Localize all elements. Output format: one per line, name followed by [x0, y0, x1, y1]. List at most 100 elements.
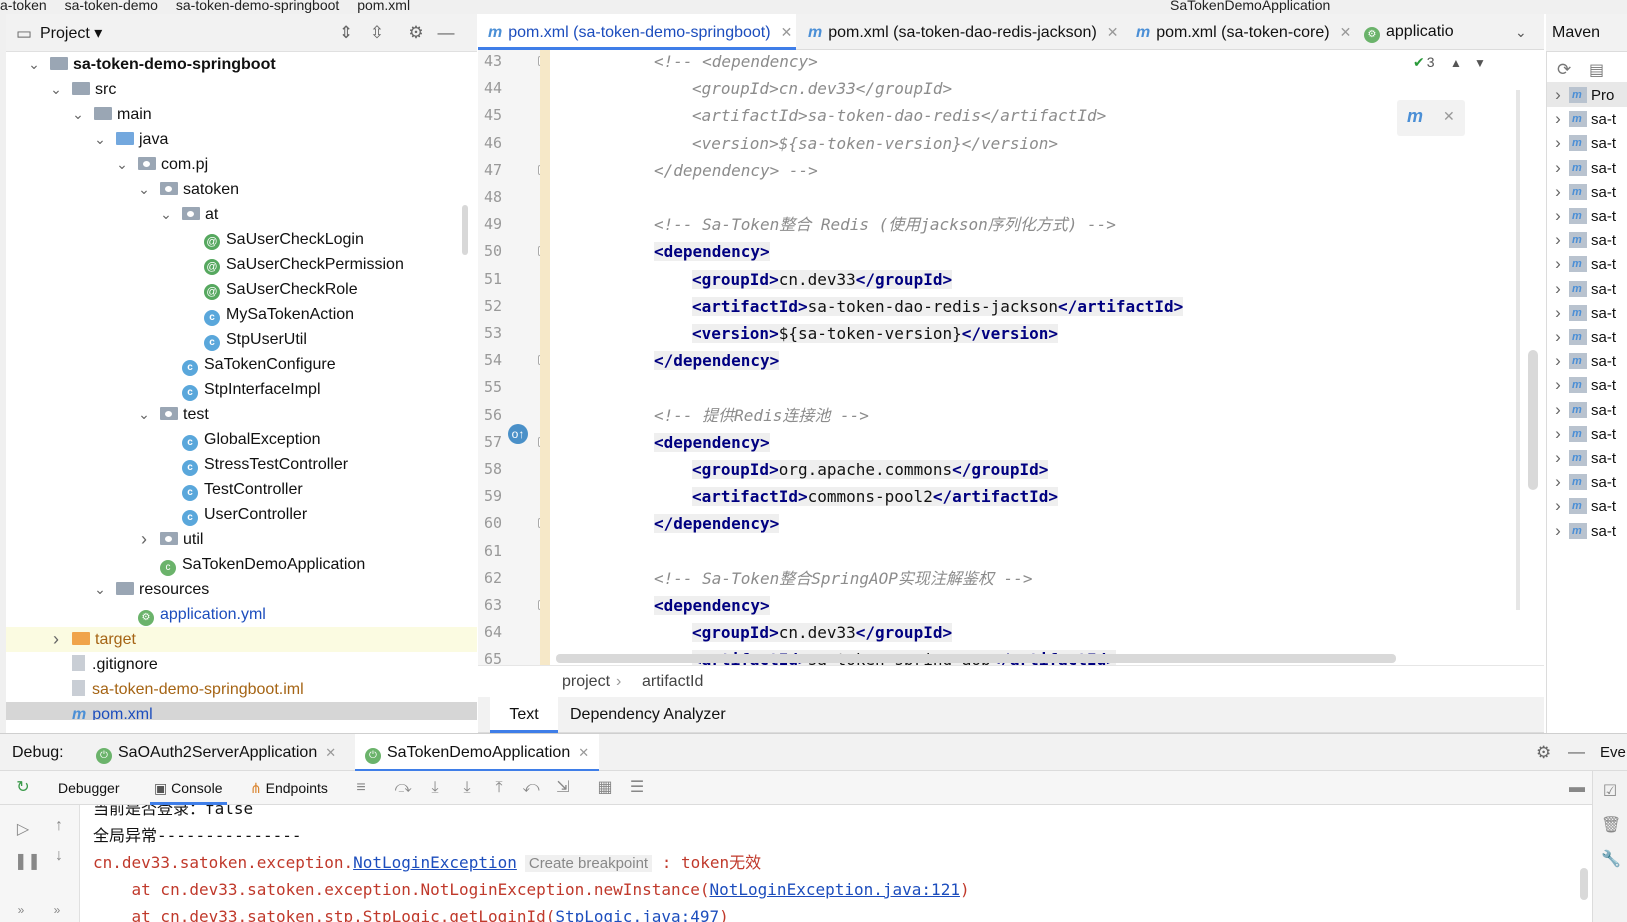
maven-project-item[interactable]: › sa-t — [1547, 106, 1627, 131]
tree-item[interactable]: c StressTestController — [6, 452, 477, 477]
chevron-right-icon[interactable]: › — [1547, 130, 1569, 155]
gear-icon[interactable]: ⚙ — [406, 23, 426, 43]
chevron-right-icon[interactable]: › — [1547, 445, 1569, 470]
tree-item[interactable]: c StpInterfaceImpl — [6, 377, 477, 402]
tree-item[interactable]: ⌄ test — [6, 402, 477, 427]
soft-wrap-icon[interactable]: ☑ — [1601, 783, 1619, 801]
wrench-icon[interactable]: 🔧 — [1601, 851, 1621, 869]
editor-tab[interactable]: m pom.xml (sa-token-demo-springboot) ✕ — [478, 14, 796, 50]
tab-text[interactable]: Text — [490, 697, 558, 733]
breadcrumb-artifactid[interactable]: artifactId — [642, 666, 703, 698]
gear-icon[interactable]: ⚙ — [1536, 743, 1551, 763]
subtab-console[interactable]: ▣ Console — [150, 771, 227, 805]
tree-item[interactable]: c StpUserUtil — [6, 327, 477, 352]
chevron-right-icon[interactable]: › — [1547, 179, 1569, 204]
debug-tab-satoken[interactable]: ⏻ SaTokenDemoApplication ✕ — [355, 734, 600, 772]
horizontal-scrollbar[interactable] — [556, 654, 1396, 663]
tree-item[interactable]: c TestController — [6, 477, 477, 502]
up-arrow-icon[interactable]: ↑ — [50, 817, 68, 835]
chevron-right-icon[interactable]: › — [1547, 203, 1569, 228]
chevron-down-icon[interactable]: ⌄ — [72, 102, 84, 127]
layout-icon[interactable]: ▬ — [1568, 779, 1586, 797]
crumb[interactable]: pom.xml — [357, 0, 410, 13]
tree-item[interactable]: ⌄ src — [6, 77, 477, 102]
prev-highlight-icon[interactable]: ▲ — [1450, 56, 1462, 70]
tree-item[interactable]: ⌄ resources — [6, 577, 477, 602]
editor-tab[interactable]: m pom.xml (sa-token-dao-redis-jackson) ✕ — [798, 14, 1124, 50]
override-gutter-icon[interactable]: o↑ — [508, 424, 528, 444]
tree-item[interactable]: sa-token-demo-springboot.iml — [6, 677, 477, 702]
resume-icon[interactable]: ▷ — [14, 821, 32, 839]
chevron-right-icon[interactable]: › — [138, 527, 150, 552]
next-highlight-icon[interactable]: ▼ — [1474, 56, 1486, 70]
tree-item[interactable]: › util — [6, 527, 477, 552]
chevron-down-icon[interactable]: ⌄ — [138, 402, 150, 427]
chevron-right-icon[interactable]: › — [1547, 421, 1569, 446]
chevron-down-icon[interactable]: ⌄ — [138, 177, 150, 202]
maven-project-item[interactable]: › sa-t — [1547, 130, 1627, 155]
add-project-icon[interactable]: ▤ — [1589, 60, 1604, 80]
collapse-all-icon[interactable]: ⇳ — [367, 23, 387, 43]
tab-dependency-analyzer[interactable]: Dependency Analyzer — [570, 697, 726, 733]
maven-project-item[interactable]: › sa-t — [1547, 179, 1627, 204]
clear-icon[interactable]: 🗑 — [1601, 817, 1621, 835]
editor-tab[interactable]: m pom.xml (sa-token-core) ✕ — [1126, 14, 1352, 50]
maven-project-item[interactable]: › sa-t — [1547, 155, 1627, 180]
chevron-right-icon[interactable]: › — [1547, 276, 1569, 301]
run-to-cursor-icon[interactable]: ⇲ — [554, 779, 572, 797]
reload-icon[interactable]: ⟳ — [1557, 60, 1571, 80]
chevron-right-icon[interactable]: › — [1547, 469, 1569, 494]
tree-item[interactable]: c SaTokenDemoApplication — [6, 552, 477, 577]
tree-item[interactable]: m pom.xml — [6, 702, 477, 720]
chevron-right-icon[interactable]: › — [1547, 348, 1569, 373]
down-arrow-icon[interactable]: ↓ — [50, 847, 68, 865]
pause-icon[interactable]: ❚❚ — [14, 853, 41, 871]
chevron-down-icon[interactable]: ⌄ — [160, 202, 172, 227]
maven-project-item[interactable]: › sa-t — [1547, 324, 1627, 349]
stacktrace-link[interactable]: NotLoginException.java:121 — [710, 880, 960, 899]
tree-item[interactable]: @ SaUserCheckLogin — [6, 227, 477, 252]
inspection-widget[interactable]: ✔ 3 — [1413, 54, 1435, 71]
rerun-icon[interactable]: ↻ — [14, 779, 32, 797]
chevron-down-icon[interactable]: ⌄ — [116, 152, 128, 177]
tree-item[interactable]: c GlobalException — [6, 427, 477, 452]
editor-scrollbar-thumb[interactable] — [1528, 350, 1538, 490]
tree-item[interactable]: c UserController — [6, 502, 477, 527]
menu-icon[interactable]: ≡ — [352, 779, 370, 797]
chevron-right-icon[interactable]: › — [1547, 493, 1569, 518]
code-editor[interactable]: <!-- <dependency> <groupId>cn.dev33</grou… — [550, 50, 1520, 665]
maven-project-item[interactable]: › sa-t — [1547, 518, 1627, 543]
tree-item[interactable]: c MySaTokenAction — [6, 302, 477, 327]
maven-reload-icon[interactable]: m — [1407, 106, 1423, 127]
maven-project-item[interactable]: › sa-t — [1547, 203, 1627, 228]
evaluate-icon[interactable]: ▦ — [596, 779, 614, 797]
stacktrace-link[interactable]: NotLoginException — [353, 853, 517, 872]
force-step-into-icon[interactable]: ⤓ — [458, 779, 476, 797]
event-log-label[interactable]: Eve — [1600, 734, 1626, 772]
console-scrollbar[interactable] — [1580, 868, 1588, 900]
maven-project-item[interactable]: › Pro — [1547, 82, 1627, 107]
maven-project-item[interactable]: › sa-t — [1547, 445, 1627, 470]
drop-frame-icon[interactable]: ⤺ — [522, 779, 540, 797]
crumb[interactable]: sa-token-demo-springboot — [176, 0, 339, 13]
chevron-right-icon[interactable]: › — [1547, 155, 1569, 180]
close-icon[interactable]: ✕ — [1443, 108, 1455, 125]
trace-icon[interactable]: ☰ — [628, 779, 646, 797]
close-icon[interactable]: ✕ — [1107, 24, 1119, 40]
crumb[interactable]: a-token — [0, 0, 47, 13]
maven-project-item[interactable]: › sa-t — [1547, 251, 1627, 276]
maven-project-item[interactable]: › sa-t — [1547, 397, 1627, 422]
chevron-right-icon[interactable]: › — [1547, 227, 1569, 252]
chevron-right-icon[interactable]: › — [1547, 106, 1569, 131]
maven-project-item[interactable]: › sa-t — [1547, 469, 1627, 494]
chevron-down-icon[interactable]: ⌄ — [50, 77, 62, 102]
tree-item[interactable]: .gitignore — [6, 652, 477, 677]
close-icon[interactable]: ✕ — [781, 24, 793, 40]
close-icon[interactable]: ✕ — [325, 745, 336, 760]
chevron-down-icon[interactable]: ⌄ — [94, 127, 106, 152]
debug-tab-oauth2[interactable]: ⏻ SaOAuth2ServerApplication ✕ — [88, 734, 344, 772]
maven-project-item[interactable]: › sa-t — [1547, 372, 1627, 397]
run-config-select[interactable]: SaTokenDemoApplication — [1170, 0, 1330, 12]
maven-project-item[interactable]: › sa-t — [1547, 421, 1627, 446]
hide-icon[interactable]: — — [1568, 742, 1585, 762]
